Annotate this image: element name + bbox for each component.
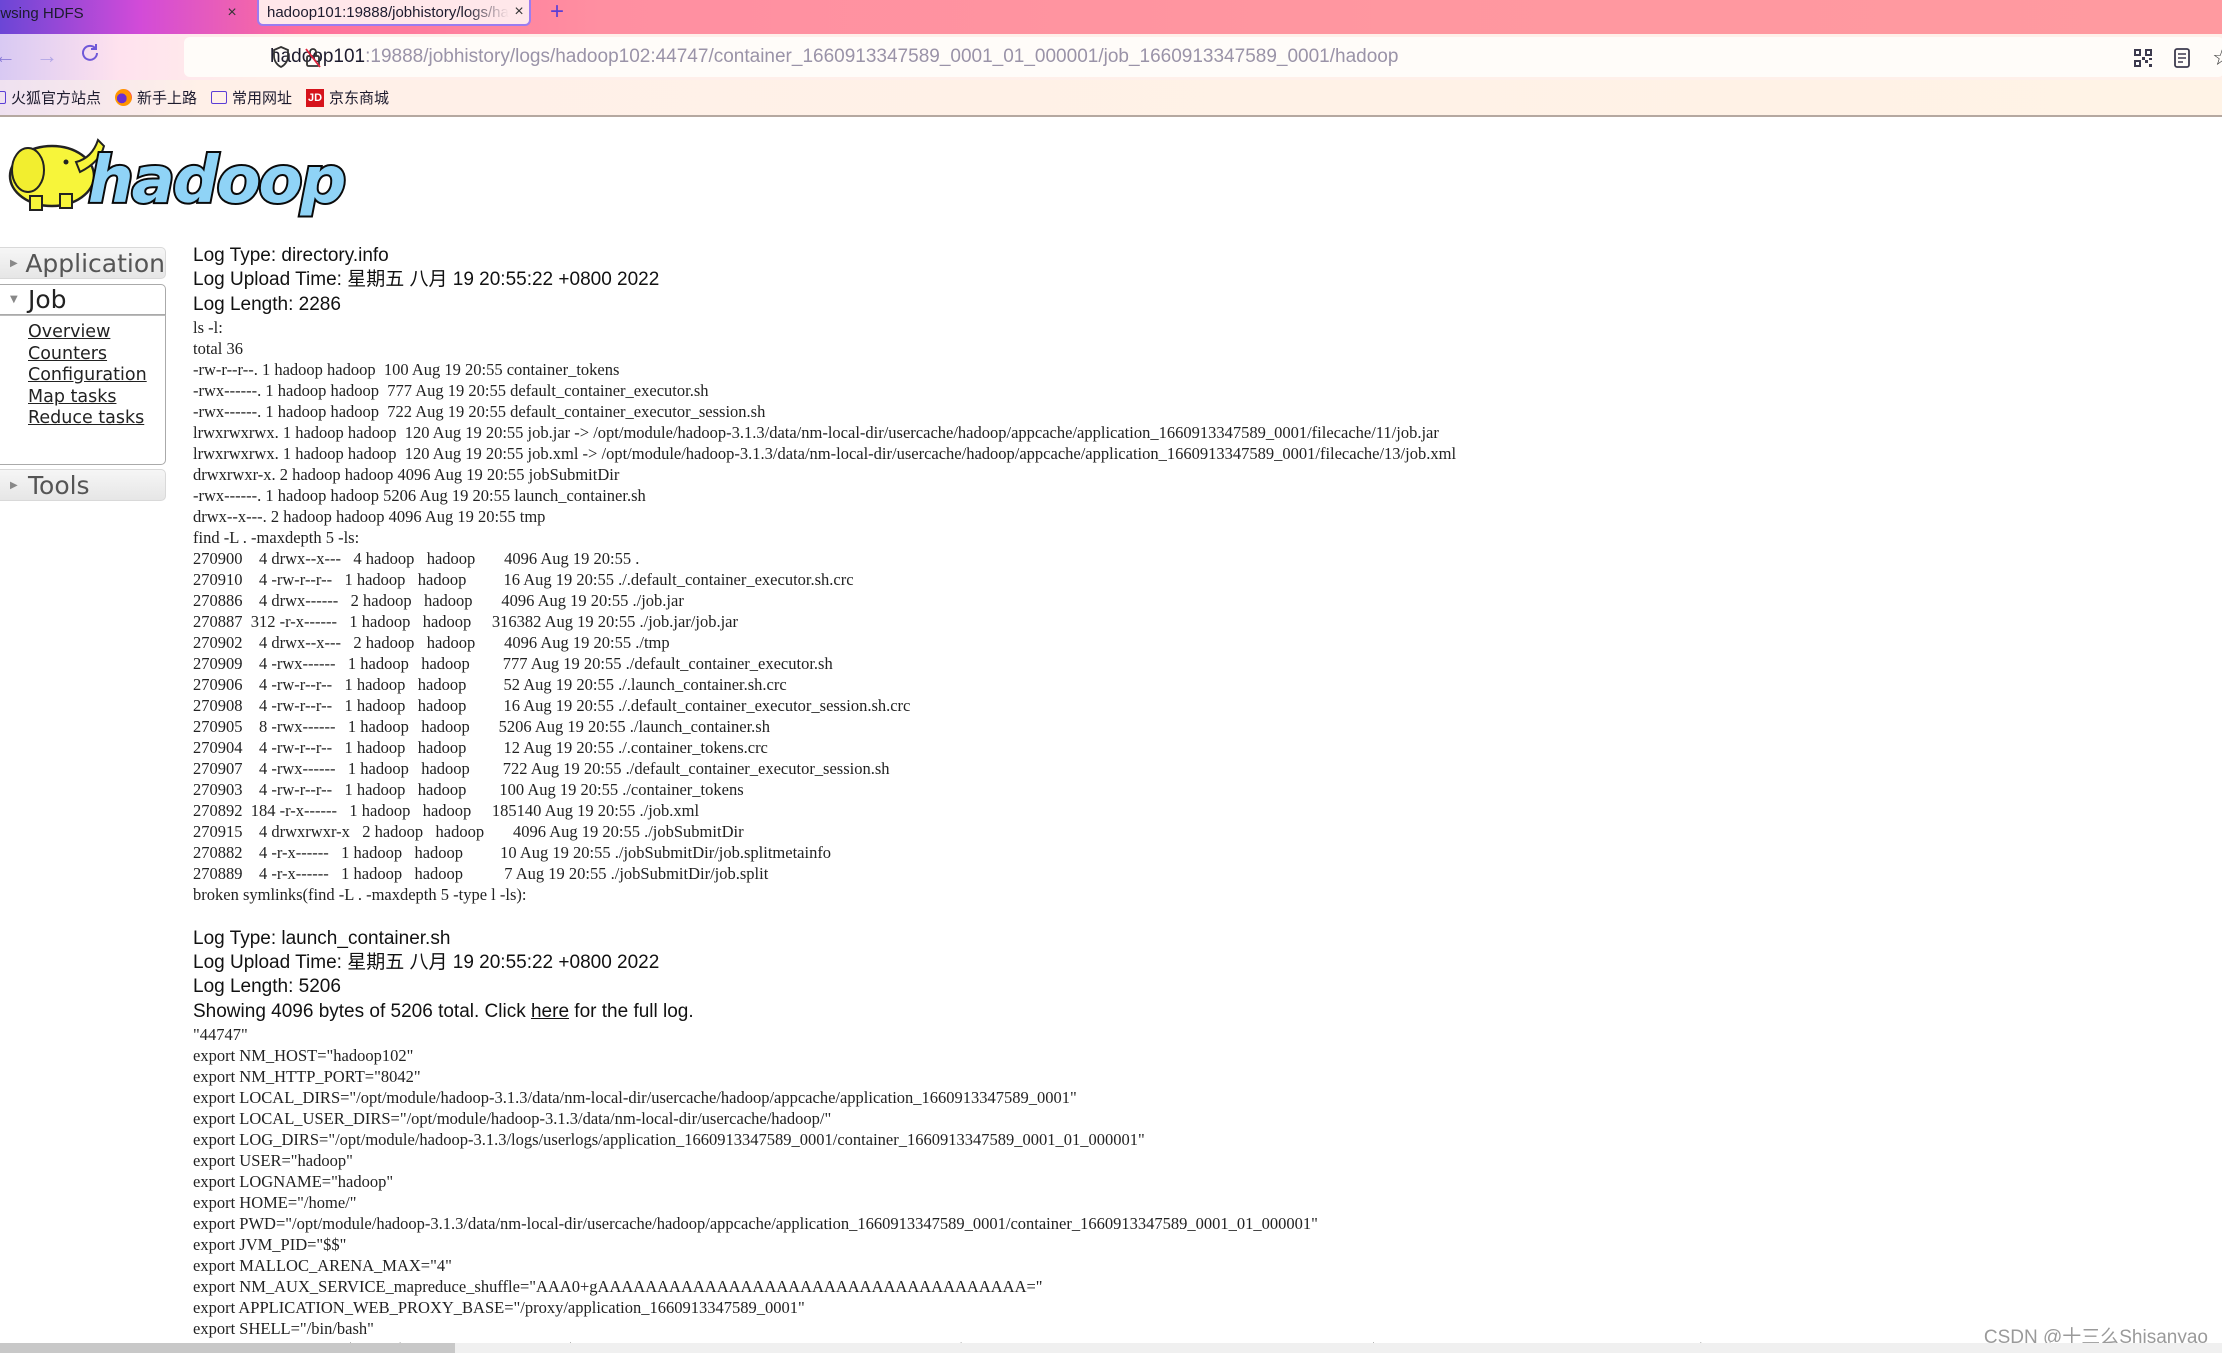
horizontal-scrollbar[interactable]: [0, 1343, 2222, 1353]
bookmarks-toolbar: 火狐官方站点 新手上路 常用网址 JD 京东商城: [0, 80, 2222, 117]
close-tab-icon[interactable]: ×: [222, 4, 242, 22]
log-body: ls -l: total 36 -rw-r--r--. 1 hadoop had…: [193, 317, 1457, 904]
bookmark-label: 京东商城: [329, 90, 390, 107]
sidebar-nav: ▶ Application ▼ Job Overview Counters Co…: [0, 247, 166, 501]
hadoop-logo[interactable]: hadoop: [0, 128, 366, 218]
hadoop-wordmark: hadoop: [88, 144, 345, 218]
log-length: Log Length: 5206: [193, 976, 341, 998]
back-button[interactable]: ←: [0, 43, 16, 69]
log-section-directory-info: Log Type: directory.info Log Upload Time…: [193, 244, 2213, 905]
folder-icon: [211, 91, 228, 104]
jd-icon: JD: [306, 88, 325, 107]
log-body: "44747" export NM_HOST="hadoop102" expor…: [193, 1025, 2222, 1353]
sidebar-link-configuration[interactable]: Configuration: [28, 365, 165, 387]
tab-jobhistory-logs[interactable]: hadoop101:19888/jobhistory/logs/hadoop10…: [257, 0, 531, 26]
bookmark-common-sites[interactable]: 常用网址: [211, 87, 292, 108]
log-length: Log Length: 2286: [193, 293, 341, 315]
bookmark-label: 常用网址: [232, 90, 293, 107]
reload-button[interactable]: [80, 43, 100, 69]
notice-text: Showing 4096 bytes of 5206 total. Click: [193, 1000, 531, 1022]
url-bar[interactable]: hadoop101:19888/jobhistory/logs/hadoop10…: [184, 37, 2222, 77]
new-tab-button[interactable]: +: [550, 0, 564, 26]
tab-bar: owsing HDFS × hadoop101:19888/jobhistory…: [0, 0, 2222, 34]
tab-title: hadoop101:19888/jobhistory/logs/hadoop10…: [267, 3, 509, 21]
close-tab-icon[interactable]: ×: [509, 3, 529, 21]
navigation-bar: ← → hadoop101:19888/jobhistory/logs/hado…: [0, 34, 2222, 80]
section-label: Job: [28, 285, 67, 314]
sidebar-link-counters[interactable]: Counters: [28, 344, 165, 366]
firefox-icon: [115, 89, 133, 106]
sidebar-link-reduce-tasks[interactable]: Reduce tasks: [28, 408, 165, 430]
log-content: Log Type: directory.info Log Upload Time…: [193, 244, 2222, 1353]
bookmark-label: 新手上路: [137, 90, 198, 107]
full-log-link[interactable]: here: [531, 1001, 569, 1022]
sidebar-section-job[interactable]: ▼ Job: [0, 284, 166, 315]
qr-code-icon[interactable]: [2134, 49, 2152, 73]
log-upload-time: Log Upload Time: 星期五 八月 19 20:55:22 +080…: [193, 952, 660, 974]
tab-browsing-hdfs[interactable]: owsing HDFS ×: [0, 0, 242, 26]
log-type: Log Type: directory.info: [193, 245, 389, 266]
bookmark-label: 火狐官方站点: [11, 90, 102, 107]
log-type: Log Type: launch_container.sh: [193, 927, 451, 949]
caret-right-icon: ▶: [10, 257, 18, 269]
bookmark-firefox-official[interactable]: 火狐官方站点: [0, 87, 101, 108]
tab-title: owsing HDFS: [0, 4, 84, 22]
scrollbar-thumb[interactable]: [0, 1343, 455, 1353]
sidebar-section-tools[interactable]: ▶ Tools: [0, 469, 166, 501]
notice-text: for the full log.: [569, 1000, 694, 1022]
folder-icon: [0, 91, 6, 104]
caret-right-icon: ▶: [10, 479, 18, 491]
shield-icon[interactable]: [272, 46, 290, 74]
log-truncation-notice: Showing 4096 bytes of 5206 total. Click …: [193, 1000, 2213, 1024]
log-section-launch-container: Log Type: launch_container.sh Log Upload…: [193, 927, 2222, 1353]
bookmark-star-icon[interactable]: ☆: [2212, 45, 2222, 71]
caret-down-icon: ▼: [10, 294, 18, 305]
insecure-lock-icon[interactable]: [304, 46, 322, 74]
sidebar-link-map-tasks[interactable]: Map tasks: [28, 387, 165, 409]
reload-icon: [82, 44, 98, 61]
section-label: Application: [25, 248, 165, 278]
section-label: Tools: [28, 470, 90, 500]
log-upload-time: Log Upload Time: 星期五 八月 19 20:55:22 +080…: [193, 269, 660, 291]
forward-button[interactable]: →: [36, 43, 58, 69]
sidebar-link-overview[interactable]: Overview: [28, 322, 165, 344]
sidebar-section-application[interactable]: ▶ Application: [0, 247, 166, 279]
bookmark-jd-mall[interactable]: JD 京东商城: [306, 87, 389, 108]
reader-view-icon[interactable]: [2174, 48, 2190, 74]
bookmark-getting-started[interactable]: 新手上路: [115, 87, 197, 108]
job-links: Overview Counters Configuration Map task…: [0, 315, 166, 465]
url-path: :19888/jobhistory/logs/hadoop102:44747/c…: [365, 46, 1399, 67]
